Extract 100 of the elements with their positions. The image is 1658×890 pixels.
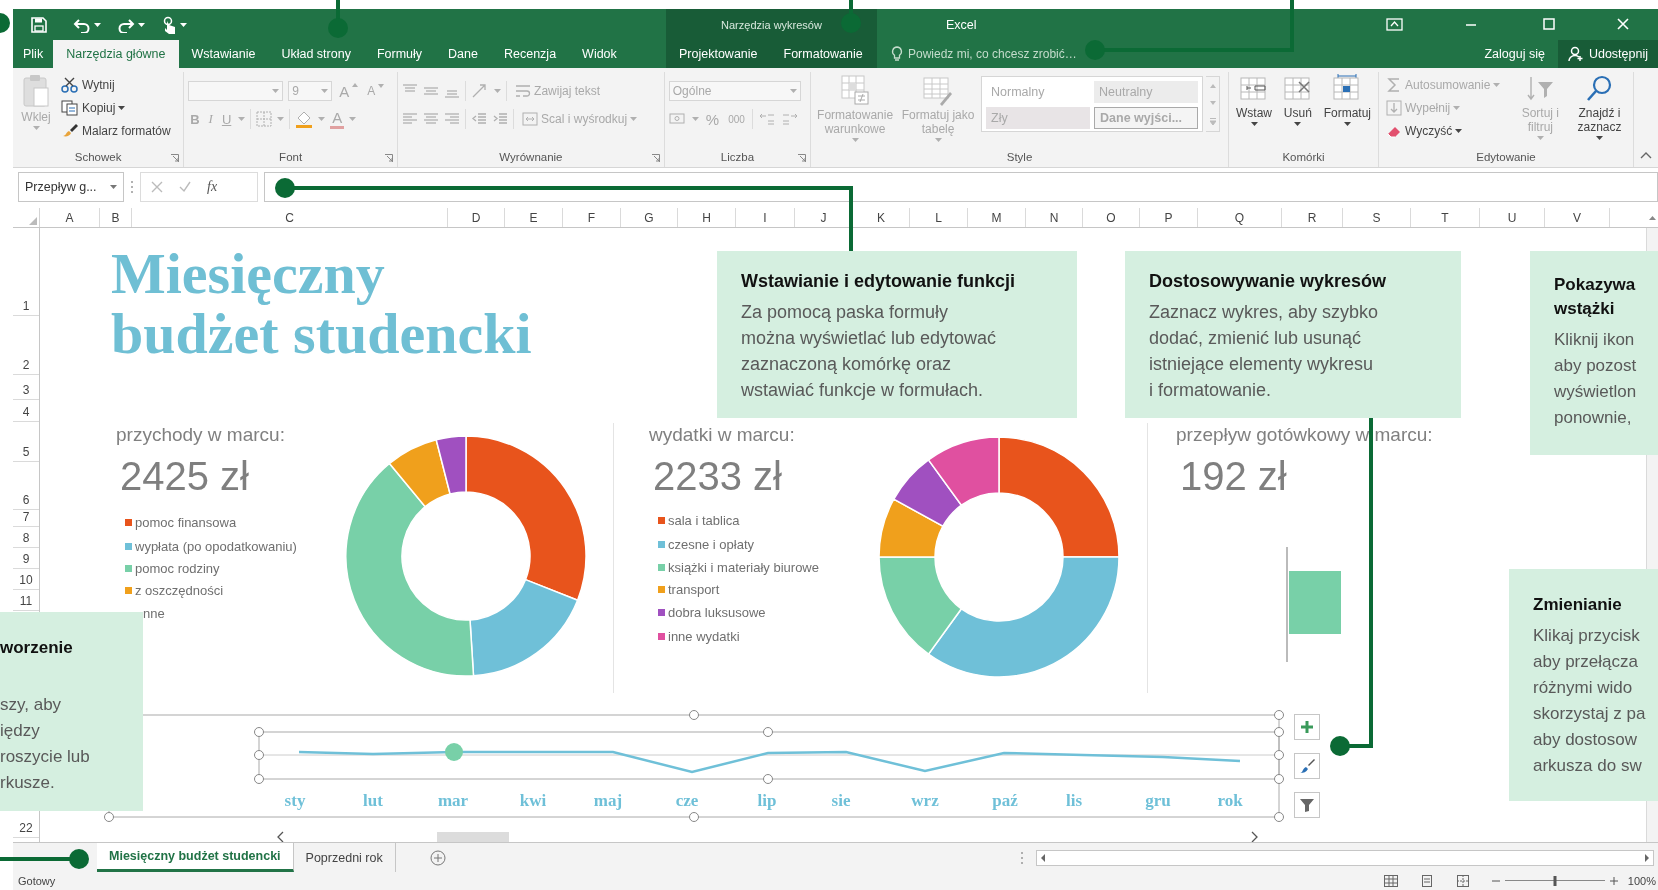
data-point-marker[interactable] bbox=[445, 743, 463, 761]
legend-label: inne wydatki bbox=[668, 629, 740, 644]
column-header[interactable]: H bbox=[678, 208, 736, 227]
column-header[interactable]: S bbox=[1343, 208, 1411, 227]
insert-cells-button[interactable]: Wstaw bbox=[1233, 72, 1275, 147]
column-header[interactable]: R bbox=[1282, 208, 1343, 227]
column-header[interactable]: Q bbox=[1198, 208, 1282, 227]
cancel-icon[interactable] bbox=[151, 181, 163, 193]
horizontal-scrollbar[interactable] bbox=[1036, 849, 1654, 866]
column-header[interactable]: B bbox=[100, 208, 132, 227]
formula-input[interactable] bbox=[264, 172, 1658, 202]
ribbon-tab[interactable]: Dane bbox=[435, 40, 491, 68]
zoom-in-icon[interactable] bbox=[1609, 877, 1618, 885]
row-header[interactable]: 9 bbox=[13, 548, 39, 569]
clear-button[interactable]: Wyczyść bbox=[1383, 120, 1511, 142]
delete-cells-button[interactable]: Usuń bbox=[1278, 72, 1318, 147]
chart-styles-button[interactable] bbox=[1294, 753, 1320, 779]
row-header[interactable]: 5 bbox=[13, 422, 39, 462]
chart-filters-button[interactable] bbox=[1294, 792, 1320, 818]
column-header[interactable]: D bbox=[448, 208, 505, 227]
row-header[interactable]: 22 bbox=[13, 818, 39, 838]
ribbon-tab[interactable]: Widok bbox=[569, 40, 630, 68]
ribbon-tab[interactable]: Projektowanie bbox=[666, 40, 771, 68]
ribbon-tab[interactable]: Narzędzia główne bbox=[53, 40, 179, 68]
find-select-button[interactable]: Znajdź i zaznacz bbox=[1569, 72, 1629, 147]
column-header[interactable]: G bbox=[621, 208, 678, 227]
leader-line bbox=[0, 13, 10, 33]
gallery-scroll-buttons[interactable] bbox=[1206, 76, 1221, 132]
normal-view-icon[interactable] bbox=[1383, 875, 1398, 887]
month-label: sty bbox=[284, 791, 306, 811]
row-header[interactable]: 8 bbox=[13, 527, 39, 548]
zoom-out-icon[interactable] bbox=[1491, 877, 1500, 885]
callout-heading: Zmienianie bbox=[1533, 594, 1623, 616]
month-label: lis bbox=[1065, 791, 1083, 811]
row-header[interactable]: 7 bbox=[13, 510, 39, 527]
ribbon-tab[interactable]: Formuły bbox=[363, 40, 436, 68]
zoom-level[interactable]: 100% bbox=[1627, 875, 1656, 887]
ribbon-tab[interactable]: Wstawianie bbox=[178, 40, 269, 68]
undo-icon[interactable] bbox=[73, 16, 91, 33]
drag-handle-icon[interactable] bbox=[130, 180, 134, 194]
column-header[interactable]: T bbox=[1411, 208, 1480, 227]
row-header[interactable]: 4 bbox=[13, 400, 39, 422]
copy-icon bbox=[61, 100, 79, 116]
select-all-icon[interactable] bbox=[29, 217, 37, 225]
caret-icon bbox=[1595, 136, 1603, 140]
zoom-slider[interactable] bbox=[1504, 876, 1605, 886]
redo-icon[interactable] bbox=[117, 16, 135, 33]
row-header[interactable]: 2 bbox=[13, 316, 39, 375]
row-header[interactable]: 11 bbox=[13, 590, 39, 611]
column-header[interactable]: V bbox=[1545, 208, 1610, 227]
save-icon[interactable] bbox=[31, 16, 47, 33]
column-header[interactable]: L bbox=[910, 208, 968, 227]
column-header[interactable]: J bbox=[795, 208, 853, 227]
column-header[interactable]: I bbox=[736, 208, 795, 227]
chart-elements-button[interactable] bbox=[1294, 714, 1320, 740]
dialog-launcher-icon[interactable] bbox=[171, 154, 180, 162]
format-painter-button[interactable]: Malarz formatów bbox=[58, 120, 174, 142]
caret-icon bbox=[494, 89, 502, 93]
ribbon-tab[interactable]: Recenzja bbox=[490, 40, 570, 68]
column-header[interactable]: C bbox=[132, 208, 448, 227]
tell-me-field[interactable]: Powiedz mi, co chcesz zrobić… bbox=[891, 46, 1077, 62]
caret-icon bbox=[789, 89, 797, 93]
legend-label: transport bbox=[668, 582, 720, 597]
check-icon[interactable] bbox=[179, 181, 191, 193]
drag-handle-icon[interactable] bbox=[1020, 850, 1024, 865]
row-header[interactable]: 1 bbox=[13, 228, 39, 316]
column-header[interactable]: K bbox=[853, 208, 910, 227]
name-box[interactable]: Przepływ g... bbox=[18, 172, 124, 202]
scroll-up-icon bbox=[1209, 83, 1216, 88]
column-header[interactable]: A bbox=[40, 208, 100, 227]
chart-selection-frame[interactable] bbox=[104, 710, 1284, 822]
touch-mode-icon[interactable] bbox=[161, 15, 177, 34]
legend-label: sala i tablica bbox=[668, 513, 740, 528]
insert-function-button[interactable]: fx bbox=[207, 179, 218, 195]
collapse-ribbon-icon[interactable] bbox=[1640, 151, 1652, 159]
column-header[interactable]: O bbox=[1083, 208, 1140, 227]
row-header[interactable]: 3 bbox=[13, 375, 39, 400]
ribbon-tab[interactable]: Formatowanie bbox=[770, 40, 876, 68]
page-break-icon[interactable] bbox=[1455, 875, 1470, 887]
copy-button[interactable]: Kopiuj bbox=[58, 97, 174, 119]
row-header[interactable]: 10 bbox=[13, 569, 39, 590]
column-header[interactable]: M bbox=[968, 208, 1026, 227]
column-header[interactable]: P bbox=[1140, 208, 1198, 227]
column-header[interactable]: U bbox=[1480, 208, 1545, 227]
column-header[interactable]: F bbox=[563, 208, 621, 227]
cut-button[interactable]: Wytnij bbox=[58, 74, 174, 96]
horizontal-scrollbar[interactable] bbox=[277, 830, 1258, 842]
ribbon-tab[interactable]: Plik bbox=[13, 40, 54, 68]
share-button[interactable]: Udostępnij bbox=[1557, 40, 1658, 68]
row-header[interactable]: 6 bbox=[13, 462, 39, 510]
column-header[interactable]: N bbox=[1026, 208, 1083, 227]
page-layout-icon[interactable] bbox=[1419, 875, 1434, 887]
ribbon-tab[interactable]: Układ strony bbox=[268, 40, 364, 68]
format-cells-button[interactable]: Formatuj bbox=[1320, 72, 1374, 147]
sign-in-button[interactable]: Zaloguj się bbox=[1471, 40, 1558, 68]
sheet-tab[interactable]: Miesięczny budżet studencki bbox=[97, 843, 294, 872]
legend-label: pomoc rodziny bbox=[135, 561, 220, 576]
new-sheet-icon[interactable] bbox=[429, 849, 446, 866]
column-header[interactable]: E bbox=[505, 208, 563, 227]
lightbulb-icon bbox=[891, 46, 903, 62]
